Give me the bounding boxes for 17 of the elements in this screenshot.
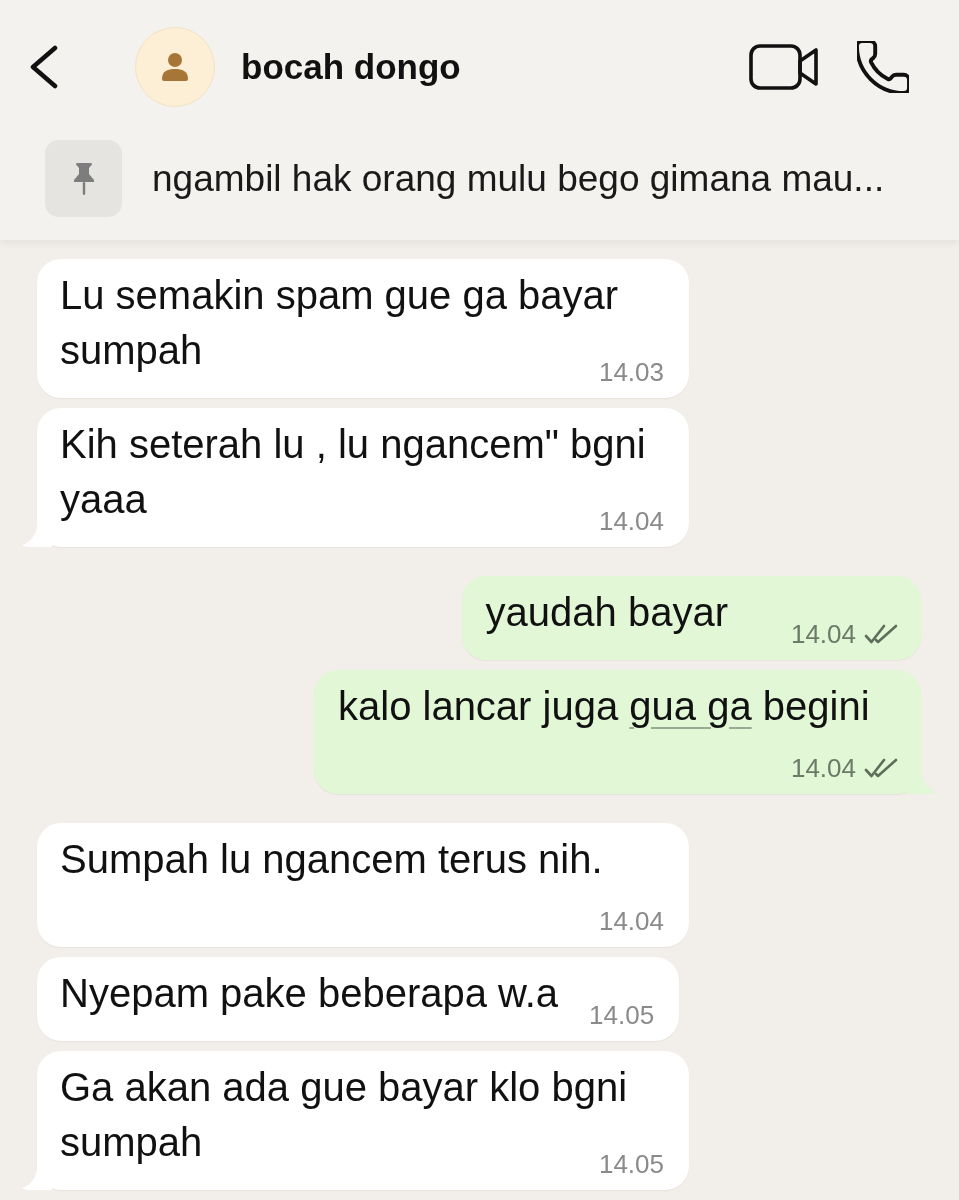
phone-icon[interactable] — [857, 41, 909, 93]
video-camera-icon[interactable] — [749, 44, 819, 90]
contact-name[interactable]: bocah dongo — [241, 40, 461, 94]
message-time: 14.04 — [598, 505, 664, 537]
message-text: Nyepam pake beberapa w.a — [60, 971, 559, 1015]
message-time: 14.04 — [790, 752, 856, 784]
message-text: yaudah bayar — [485, 590, 728, 634]
pin-icon — [45, 140, 122, 217]
message-text: kalo lancar juga gua ga begini — [338, 684, 870, 728]
message-time: 14.05 — [589, 999, 655, 1031]
message-time: 14.05 — [598, 1148, 664, 1180]
message-time: 14.04 — [790, 618, 856, 650]
pinned-message-text[interactable]: ngambil hak orang mulu bego gimana mau... — [152, 150, 885, 207]
message-time: 14.03 — [598, 356, 664, 388]
message-text: Sumpah lu ngancem terus nih. — [60, 837, 603, 881]
back-chevron-icon[interactable] — [29, 45, 59, 89]
message-time: 14.04 — [598, 905, 664, 937]
